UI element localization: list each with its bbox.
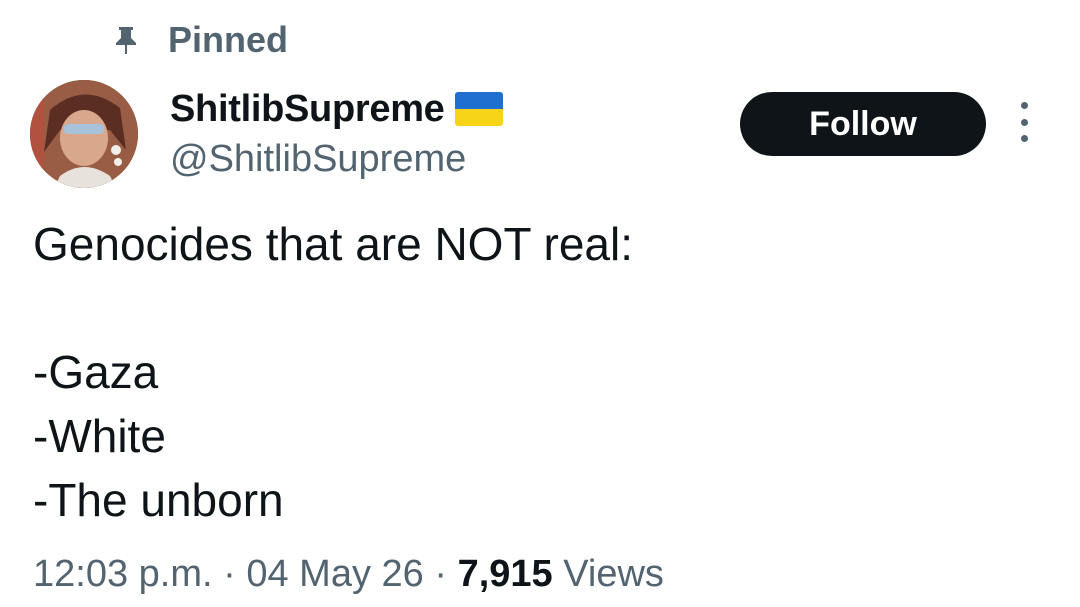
meta-separator: · <box>223 553 236 595</box>
display-name[interactable]: ShitlibSupreme <box>170 88 445 131</box>
user-handle[interactable]: @ShitlibSupreme <box>170 138 503 181</box>
follow-button[interactable]: Follow <box>740 92 986 156</box>
pinned-label: Pinned <box>168 19 289 60</box>
more-options-icon[interactable] <box>1016 102 1032 142</box>
views-count[interactable]: 7,915 <box>458 553 553 595</box>
views-label: Views <box>563 553 664 595</box>
tweet-line: -The unborn <box>33 474 284 526</box>
meta-separator: · <box>434 553 448 595</box>
author-info: ShitlibSupreme @ShitlibSupreme <box>170 86 503 181</box>
tweet-date[interactable]: 04 May 26 <box>246 553 423 595</box>
ukraine-flag-icon <box>454 92 503 126</box>
more-dot <box>1020 102 1028 109</box>
tweet-time[interactable]: 12:03 p.m. <box>33 553 213 595</box>
tweet-line: Genocides that are NOT real: <box>33 218 633 270</box>
tweet-meta: 12:03 p.m. · 04 May 26 · 7,915 Views <box>33 553 664 596</box>
tweet-text: Genocides that are NOT real: -Gaza -Whit… <box>33 212 1053 532</box>
more-dot <box>1020 135 1028 142</box>
display-name-row: ShitlibSupreme <box>170 86 503 132</box>
pinned-indicator: Pinned <box>112 18 288 62</box>
avatar[interactable] <box>30 80 138 188</box>
tweet-line: -White <box>33 410 166 462</box>
pin-icon <box>112 25 140 55</box>
more-dot <box>1020 118 1028 126</box>
tweet-line <box>33 276 1053 340</box>
tweet-line: -Gaza <box>33 346 159 398</box>
